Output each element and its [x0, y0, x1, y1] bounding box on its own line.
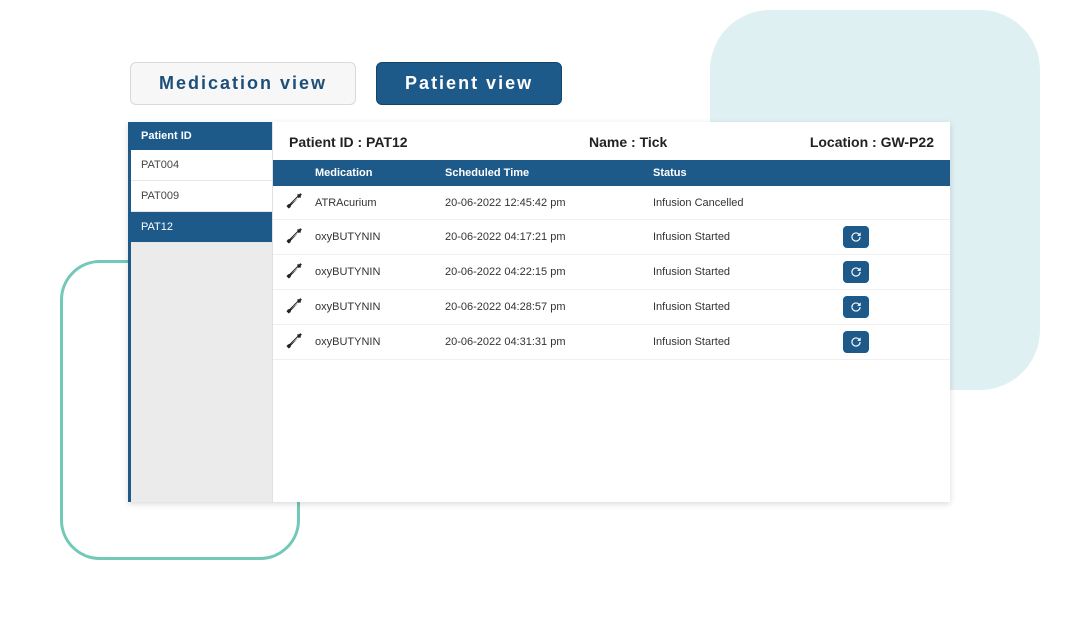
scheduled-time-cell: 20-06-2022 12:45:42 pm	[445, 197, 653, 209]
patient-name-value: Tick	[640, 134, 668, 150]
patient-location-value: GW-P22	[881, 134, 934, 150]
medication-cell: oxyBUTYNIN	[315, 301, 445, 313]
medication-table-body: ATRAcurium 20-06-2022 12:45:42 pm Infusi…	[273, 186, 950, 360]
patient-id-label: Patient ID :	[289, 134, 366, 150]
patient-location-label: Location :	[810, 134, 881, 150]
patient-sidebar: Patient ID PAT004 PAT009 PAT12	[128, 122, 273, 502]
table-row: oxyBUTYNIN 20-06-2022 04:22:15 pm Infusi…	[273, 255, 950, 290]
table-row: ATRAcurium 20-06-2022 12:45:42 pm Infusi…	[273, 186, 950, 220]
main-panel: Patient ID : PAT12 Name : Tick Location …	[273, 122, 950, 502]
medication-cell: ATRAcurium	[315, 197, 445, 209]
column-header-medication: Medication	[315, 167, 445, 179]
table-row: oxyBUTYNIN 20-06-2022 04:28:57 pm Infusi…	[273, 290, 950, 325]
view-tabs: Medication view Patient view	[130, 62, 562, 105]
refresh-button[interactable]	[843, 261, 869, 283]
patient-name-display: Name : Tick	[589, 134, 810, 150]
sidebar-item-patient[interactable]: PAT004	[131, 150, 272, 181]
status-cell: Infusion Started	[653, 301, 843, 313]
patient-location-display: Location : GW-P22	[810, 134, 934, 150]
refresh-button[interactable]	[843, 226, 869, 248]
table-row: oxyBUTYNIN 20-06-2022 04:17:21 pm Infusi…	[273, 220, 950, 255]
status-cell: Infusion Cancelled	[653, 197, 843, 209]
refresh-icon	[849, 230, 863, 244]
sidebar-header: Patient ID	[131, 122, 272, 150]
column-header-scheduled-time: Scheduled Time	[445, 167, 653, 179]
medication-cell: oxyBUTYNIN	[315, 266, 445, 278]
medication-cell: oxyBUTYNIN	[315, 231, 445, 243]
refresh-button[interactable]	[843, 331, 869, 353]
sidebar-item-patient[interactable]: PAT009	[131, 181, 272, 212]
medication-cell: oxyBUTYNIN	[315, 336, 445, 348]
syringe-icon	[273, 192, 315, 213]
scheduled-time-cell: 20-06-2022 04:22:15 pm	[445, 266, 653, 278]
patient-id-value: PAT12	[366, 134, 408, 150]
status-cell: Infusion Started	[653, 231, 843, 243]
status-cell: Infusion Started	[653, 266, 843, 278]
patient-name-label: Name :	[589, 134, 640, 150]
scheduled-time-cell: 20-06-2022 04:28:57 pm	[445, 301, 653, 313]
syringe-icon	[273, 297, 315, 318]
sidebar-item-patient[interactable]: PAT12	[131, 212, 272, 243]
tab-medication-view[interactable]: Medication view	[130, 62, 356, 105]
medication-table-header: Medication Scheduled Time Status	[273, 160, 950, 186]
patient-view-window: Patient ID PAT004 PAT009 PAT12 Patient I…	[128, 122, 950, 502]
status-cell: Infusion Started	[653, 336, 843, 348]
refresh-icon	[849, 265, 863, 279]
column-header-status: Status	[653, 167, 843, 179]
patient-info-bar: Patient ID : PAT12 Name : Tick Location …	[273, 122, 950, 160]
refresh-button[interactable]	[843, 296, 869, 318]
refresh-icon	[849, 335, 863, 349]
refresh-icon	[849, 300, 863, 314]
tab-patient-view[interactable]: Patient view	[376, 62, 562, 105]
syringe-icon	[273, 262, 315, 283]
scheduled-time-cell: 20-06-2022 04:31:31 pm	[445, 336, 653, 348]
table-row: oxyBUTYNIN 20-06-2022 04:31:31 pm Infusi…	[273, 325, 950, 360]
syringe-icon	[273, 332, 315, 353]
syringe-icon	[273, 227, 315, 248]
scheduled-time-cell: 20-06-2022 04:17:21 pm	[445, 231, 653, 243]
patient-id-display: Patient ID : PAT12	[289, 134, 589, 150]
